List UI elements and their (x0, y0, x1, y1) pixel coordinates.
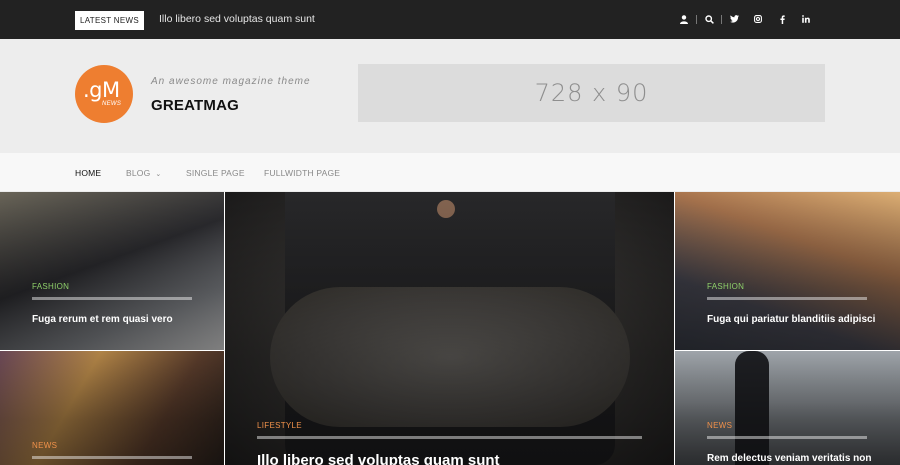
logo-sub: NEWS (102, 101, 122, 107)
top-bar: LATEST NEWS Illo libero sed voluptas qua… (0, 0, 900, 39)
nav-item-label: BLOG (126, 168, 151, 178)
search-icon[interactable] (697, 12, 721, 26)
facebook-icon[interactable] (770, 12, 794, 26)
image-overlay (0, 192, 224, 350)
site-title[interactable]: GREATMAG (151, 97, 239, 114)
chevron-down-icon: ⌄ (155, 171, 162, 178)
logo-mark: .gM (83, 78, 120, 102)
post-category[interactable]: NEWS (32, 441, 57, 450)
post-title[interactable]: Illo libero sed voluptas quam sunt (257, 452, 500, 465)
linkedin-icon[interactable] (794, 12, 818, 26)
image-overlay (675, 351, 900, 465)
news-ticker-link[interactable]: Illo libero sed voluptas quam sunt (159, 13, 315, 25)
instagram-icon[interactable] (746, 12, 770, 26)
image-overlay (675, 192, 900, 350)
latest-news-badge: LATEST NEWS (75, 11, 144, 30)
divider (32, 297, 192, 300)
post-title[interactable]: Fuga rerum et rem quasi vero (32, 314, 173, 325)
site-logo[interactable]: .gM NEWS (75, 65, 133, 123)
post-category[interactable]: LIFESTYLE (257, 421, 302, 430)
post-category[interactable]: FASHION (707, 282, 744, 291)
social-links (672, 12, 818, 26)
nav-item-blog[interactable]: BLOG ⌄ (126, 168, 162, 178)
post-category[interactable]: NEWS (707, 421, 732, 430)
divider (257, 436, 642, 439)
nav-item-fullwidth-page[interactable]: FULLWIDTH PAGE (264, 168, 340, 178)
site-header: .gM NEWS An awesome magazine theme GREAT… (0, 39, 900, 153)
post-title[interactable]: Rem delectus veniam veritatis non (707, 453, 872, 464)
nav-item-single-page[interactable]: SINGLE PAGE (186, 168, 245, 178)
site-tagline: An awesome magazine theme (151, 76, 311, 87)
divider (32, 456, 192, 459)
featured-post[interactable]: FASHION Fuga rerum et rem quasi vero (0, 192, 224, 350)
post-title[interactable]: Fuga qui pariatur blanditiis adipisci (707, 314, 875, 325)
featured-post-main[interactable]: LIFESTYLE Illo libero sed voluptas quam … (225, 192, 674, 465)
featured-post[interactable]: FASHION Fuga qui pariatur blanditiis adi… (675, 192, 900, 350)
post-category[interactable]: FASHION (32, 282, 69, 291)
featured-post[interactable]: NEWS (0, 351, 224, 465)
ad-banner-placeholder[interactable]: 728 x 90 (358, 64, 825, 122)
featured-post[interactable]: NEWS Rem delectus veniam veritatis non (675, 351, 900, 465)
twitter-icon[interactable] (722, 12, 746, 26)
nav-item-home[interactable]: HOME (75, 168, 101, 178)
main-navigation: HOME BLOG ⌄ SINGLE PAGE FULLWIDTH PAGE (0, 153, 900, 192)
user-icon[interactable] (672, 12, 696, 26)
divider (707, 297, 867, 300)
divider (707, 436, 867, 439)
